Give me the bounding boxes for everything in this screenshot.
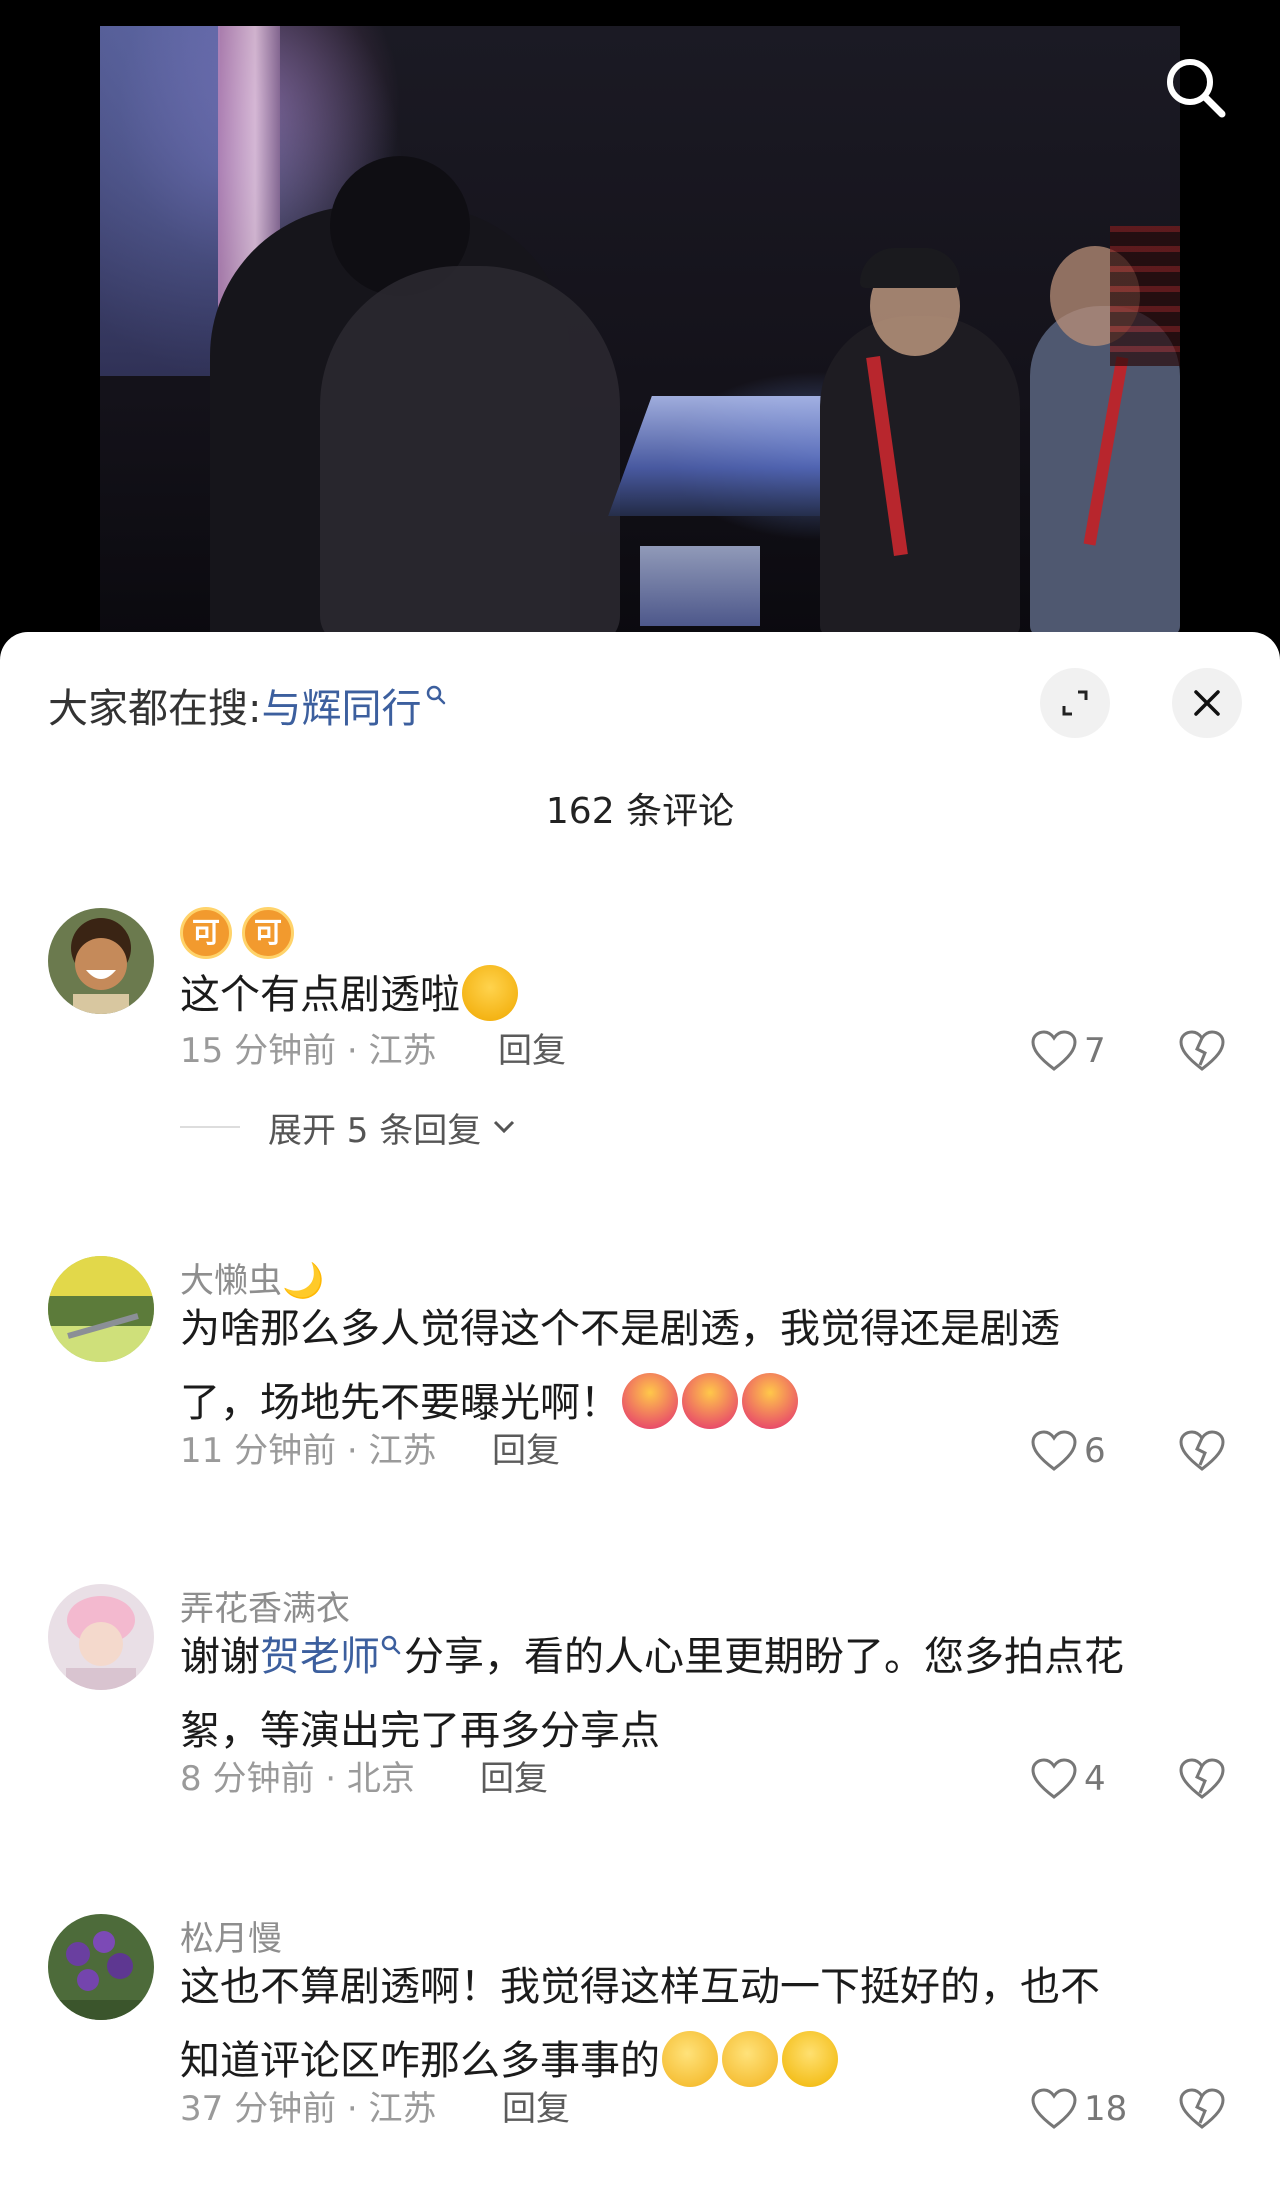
user-badge: 可	[180, 907, 232, 959]
video-wall	[100, 26, 220, 376]
comment-text-line: 这也不算剧透啊！我觉得这样互动一下挺好的，也不	[180, 1964, 1100, 2010]
dislike-button[interactable]	[1178, 1026, 1226, 1076]
expand-replies-label: 展开 5 条回复	[268, 1110, 482, 1151]
avatar-image	[48, 1256, 154, 1362]
suggestion-keyword[interactable]: 与辉同行	[261, 676, 421, 734]
search-icon	[1167, 59, 1226, 118]
video-person	[320, 266, 620, 636]
avatar[interactable]	[48, 908, 154, 1014]
comment-text-line: 为啥那么多人觉得这个不是剧透，我觉得还是剧透	[180, 1306, 1060, 1352]
comment-meta: 11 分钟前 · 江苏	[180, 1431, 437, 1471]
suggestion-prefix: 大家都在搜:	[48, 686, 262, 732]
broken-heart-icon	[1179, 1430, 1225, 1471]
dislike-button[interactable]	[1178, 2084, 1226, 2134]
heart-icon	[1031, 1030, 1077, 1071]
expand-icon	[1062, 690, 1088, 716]
comment-count: 162 条评论	[545, 791, 735, 832]
heart-icon	[1031, 2088, 1077, 2129]
mention-link[interactable]: 贺老师	[260, 1634, 380, 1680]
reply-button[interactable]: 回复	[498, 1026, 566, 1076]
clapping-emoji	[722, 2031, 778, 2087]
video-person	[820, 316, 1020, 636]
search-icon	[381, 1635, 401, 1655]
broken-heart-icon	[1179, 2088, 1225, 2129]
avatar[interactable]	[48, 1256, 154, 1362]
comment-text: 为啥那么多人觉得这个不是剧透，我觉得还是剧透 了，场地先不要曝光啊！	[180, 1292, 1240, 1440]
broken-heart-icon	[1179, 1030, 1225, 1071]
hugging-emoji	[682, 1373, 738, 1429]
clapping-emoji	[662, 2031, 718, 2087]
comment-text-content: 了，场地先不要曝光啊！	[180, 1380, 620, 1426]
like-count: 4	[1084, 1759, 1106, 1799]
video-monitor	[640, 546, 760, 626]
comment-text: 谢谢贺老师 分享，看的人心里更期盼了。您多拍点花 絮，等演出完了再多分享点	[180, 1620, 1240, 1768]
video-cap	[860, 248, 960, 288]
like-count: 7	[1084, 1031, 1106, 1071]
close-icon	[1194, 690, 1220, 716]
comment-meta: 37 分钟前 · 江苏	[180, 2089, 437, 2129]
dislike-button[interactable]	[1178, 1754, 1226, 1804]
like-button[interactable]: 6	[1030, 1426, 1106, 1476]
video-player[interactable]	[0, 0, 1280, 660]
comment-text: 这个有点剧透啦	[180, 958, 1240, 1032]
reply-button[interactable]: 回复	[502, 2084, 570, 2134]
like-count: 6	[1084, 1431, 1106, 1471]
reply-button[interactable]: 回复	[480, 1754, 548, 1804]
dislike-button[interactable]	[1178, 1426, 1226, 1476]
smile-emoji	[782, 2031, 838, 2087]
chevron-down-icon	[494, 1120, 515, 1134]
reply-button[interactable]: 回复	[492, 1426, 560, 1476]
user-badge: 可	[242, 907, 294, 959]
search-suggestion[interactable]: 大家都在搜: 与辉同行	[48, 680, 447, 732]
comment-text: 这也不算剧透啊！我觉得这样互动一下挺好的，也不 知道评论区咋那么多事事的	[180, 1950, 1240, 2098]
comment-text-content: 知道评论区咋那么多事事的	[180, 2038, 660, 2084]
search-icon	[427, 685, 446, 705]
search-button[interactable]	[1160, 52, 1230, 122]
avatar-image	[48, 1914, 154, 2020]
avatar[interactable]	[48, 1914, 154, 2020]
comment-text-content: 分享，看的人心里更期盼了。您多拍点花	[404, 1634, 1124, 1680]
like-button[interactable]: 18	[1030, 2084, 1127, 2134]
comment-text-line: 谢谢贺老师 分享，看的人心里更期盼了。您多拍点花	[180, 1620, 1240, 1694]
hugging-emoji	[622, 1373, 678, 1429]
username[interactable]: 可 可	[180, 907, 304, 959]
like-button[interactable]: 4	[1030, 1754, 1106, 1804]
comment-meta: 15 分钟前 · 江苏	[180, 1031, 437, 1071]
heart-icon	[1031, 1430, 1077, 1471]
comment-text-content: 这个有点剧透啦	[180, 972, 460, 1018]
video-frame[interactable]	[100, 26, 1180, 636]
divider-line	[180, 1126, 240, 1128]
like-button[interactable]: 7	[1030, 1026, 1106, 1076]
comment-panel: 大家都在搜: 与辉同行 162 条评论 可 可 这个有点剧透啦 15 分钟前 ·…	[0, 632, 1280, 2187]
avatar-image	[48, 908, 154, 1014]
close-button[interactable]	[1172, 668, 1242, 738]
broken-heart-icon	[1179, 1758, 1225, 1799]
avatar[interactable]	[48, 1584, 154, 1690]
fullscreen-button[interactable]	[1040, 668, 1110, 738]
hugging-emoji	[742, 1373, 798, 1429]
expand-replies-button[interactable]: 展开 5 条回复	[180, 1102, 519, 1152]
rofl-emoji	[462, 965, 518, 1021]
comment-text-content: 谢谢	[180, 1634, 260, 1680]
heart-icon	[1031, 1758, 1077, 1799]
comment-meta: 8 分钟前 · 北京	[180, 1759, 415, 1799]
like-count: 18	[1084, 2089, 1128, 2129]
avatar-image	[48, 1584, 154, 1690]
video-lights	[1110, 226, 1180, 366]
